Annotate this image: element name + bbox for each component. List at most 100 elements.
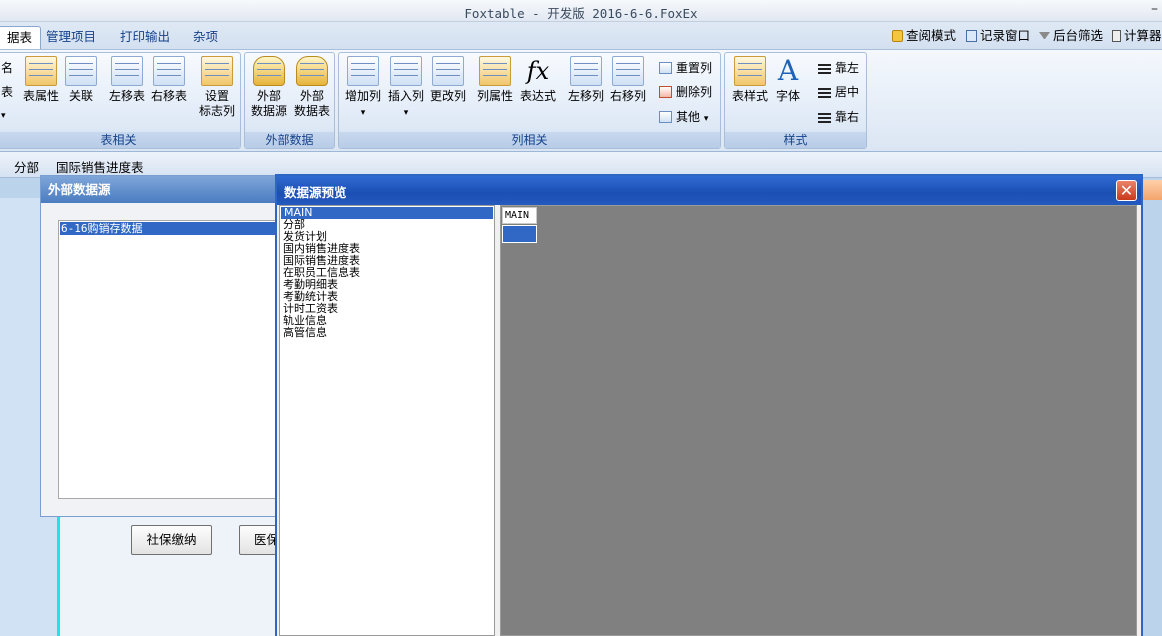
move-column-left-label: 左移列 bbox=[567, 89, 604, 103]
move-table-right-label: 右移表 bbox=[150, 89, 187, 103]
doc-tab-intl-sales[interactable]: 国际销售进度表 bbox=[56, 157, 144, 176]
align-left-button[interactable]: 靠左 bbox=[818, 59, 859, 77]
chevron-down-icon: ▾ bbox=[703, 114, 709, 124]
move-column-right-button[interactable]: 右移列 bbox=[607, 56, 649, 104]
tab-manage-project[interactable]: 管理项目 bbox=[38, 26, 104, 49]
set-flag-label-1: 设置 bbox=[204, 89, 229, 103]
flag-column-icon bbox=[201, 56, 233, 86]
grid-icon bbox=[659, 111, 672, 123]
external-data-group: 外部 数据源 外部 数据表 外部数据 bbox=[244, 52, 335, 149]
move-left-icon bbox=[570, 56, 602, 86]
calculator-button[interactable]: 计算器 bbox=[1112, 27, 1162, 45]
move-table-left-label: 左移表 bbox=[108, 89, 145, 103]
chevron-down-icon: ▾ bbox=[360, 108, 366, 118]
align-right-label: 靠右 bbox=[835, 110, 860, 124]
insert-column-label: 插入列 bbox=[387, 89, 424, 103]
chevron-down-icon: ▾ bbox=[403, 108, 409, 118]
font-button[interactable]: A 字体 bbox=[771, 56, 805, 104]
lock-icon bbox=[892, 30, 903, 42]
change-column-label: 更改列 bbox=[429, 89, 466, 103]
social-insurance-button[interactable]: 社保缴纳 bbox=[131, 525, 212, 555]
add-column-button[interactable]: 增加列 ▾ bbox=[343, 56, 383, 121]
column-properties-button[interactable]: 列属性 bbox=[474, 56, 516, 104]
table-list-item[interactable]: 高管信息 bbox=[280, 327, 494, 339]
table-list[interactable]: MAIN 分部 发货计划 国内销售进度表 国际销售进度表 在职员工信息表 考勤明细表 考勤统计… bbox=[279, 205, 495, 636]
reset-icon bbox=[659, 62, 672, 74]
minimize-button[interactable]: – bbox=[1151, 1, 1158, 17]
align-right-button[interactable]: 靠右 bbox=[818, 108, 859, 126]
table-properties-button[interactable]: 表属性 bbox=[21, 56, 61, 104]
external-datasource-label-1: 外部 bbox=[256, 89, 281, 103]
partial-item-table[interactable]: 表 bbox=[1, 83, 13, 101]
partial-item-name[interactable]: 名 bbox=[1, 59, 13, 77]
other-dropdown-button[interactable]: 其他 ▾ bbox=[659, 108, 708, 126]
external-datasource-button[interactable]: 外部 数据源 bbox=[248, 56, 290, 119]
move-right-icon bbox=[612, 56, 644, 86]
table-list-item[interactable]: MAIN bbox=[281, 207, 493, 219]
table-group: 名 表 ▾ 表属性 关联 左移表 右移表 设置 标志列 表相关 bbox=[0, 52, 241, 149]
expression-label: 表达式 bbox=[519, 89, 556, 103]
tab-print-output[interactable]: 打印输出 bbox=[112, 26, 178, 49]
record-window-label: 记录窗口 bbox=[980, 28, 1031, 43]
doc-tab-branch[interactable]: 分部 bbox=[14, 157, 39, 176]
edit-column-icon bbox=[432, 56, 464, 86]
filter-icon bbox=[1039, 32, 1050, 42]
reset-column-label: 重置列 bbox=[676, 61, 713, 75]
background-window-edge bbox=[1141, 180, 1162, 200]
datatable-icon bbox=[296, 56, 328, 86]
grid-selected-cell[interactable] bbox=[502, 225, 537, 243]
preview-grid[interactable]: MAIN bbox=[500, 205, 1137, 636]
align-center-icon bbox=[818, 88, 831, 98]
font-icon: A bbox=[777, 54, 799, 87]
table-style-button[interactable]: 表样式 bbox=[728, 56, 772, 104]
add-column-label: 增加列 bbox=[344, 89, 381, 103]
record-window-button[interactable]: 记录窗口 bbox=[966, 27, 1030, 45]
move-table-left-button[interactable]: 左移表 bbox=[107, 56, 147, 104]
ribbon-tab-bar: 据表 管理项目 打印输出 杂项 查阅模式 记录窗口 后台筛选 计算器 bbox=[0, 22, 1162, 49]
datasource-list-item[interactable]: 6-16购销存数据 bbox=[60, 222, 286, 235]
table-style-label: 表样式 bbox=[731, 89, 768, 103]
set-flag-label-2: 标志列 bbox=[198, 104, 235, 118]
preview-dialog-title: 数据源预览 bbox=[284, 185, 347, 200]
relation-icon bbox=[65, 56, 97, 86]
align-center-label: 居中 bbox=[835, 85, 860, 99]
fx-icon: fx bbox=[526, 57, 550, 85]
view-mode-button[interactable]: 查阅模式 bbox=[892, 27, 956, 45]
tab-data-table[interactable]: 据表 bbox=[0, 26, 42, 49]
datasource-list[interactable]: 6-16购销存数据 bbox=[58, 220, 288, 499]
background-filter-button[interactable]: 后台筛选 bbox=[1039, 27, 1103, 45]
insert-column-icon bbox=[390, 56, 422, 86]
change-column-button[interactable]: 更改列 bbox=[428, 56, 468, 104]
move-left-icon bbox=[111, 56, 143, 86]
chevron-down-icon: ▾ bbox=[1, 111, 6, 121]
delete-icon bbox=[659, 86, 672, 98]
reset-column-button[interactable]: 重置列 bbox=[659, 59, 712, 77]
table-properties-label: 表属性 bbox=[22, 89, 59, 103]
relation-button[interactable]: 关联 bbox=[63, 56, 99, 104]
datasource-preview-dialog: 数据源预览 ✕ MAIN 分部 发货计划 国内销售进度表 国际销售进度表 在职员工信息表考… bbox=[275, 174, 1143, 636]
insert-column-button[interactable]: 插入列 ▾ bbox=[386, 56, 426, 121]
move-column-right-label: 右移列 bbox=[609, 89, 646, 103]
move-table-right-button[interactable]: 右移表 bbox=[149, 56, 189, 104]
style-group-label: 样式 bbox=[725, 132, 866, 148]
delete-column-label: 删除列 bbox=[676, 85, 713, 99]
database-icon bbox=[253, 56, 285, 86]
table-group-label: 表相关 bbox=[0, 132, 240, 148]
set-flag-column-button[interactable]: 设置 标志列 bbox=[197, 56, 237, 119]
delete-column-button[interactable]: 删除列 bbox=[659, 83, 712, 101]
external-datatable-label-2: 数据表 bbox=[293, 104, 330, 118]
external-datatable-button[interactable]: 外部 数据表 bbox=[291, 56, 333, 119]
table-properties-icon bbox=[25, 56, 57, 86]
close-icon: ✕ bbox=[1119, 181, 1134, 200]
move-column-left-button[interactable]: 左移列 bbox=[565, 56, 607, 104]
calculator-label: 计算器 bbox=[1124, 28, 1162, 43]
tab-misc[interactable]: 杂项 bbox=[185, 26, 226, 49]
font-label: 字体 bbox=[775, 89, 800, 103]
expression-button[interactable]: fx 表达式 bbox=[517, 56, 559, 104]
close-button[interactable]: ✕ bbox=[1116, 180, 1137, 201]
window-title: Foxtable - 开发版 2016-6-6.FoxEx bbox=[464, 6, 698, 21]
add-column-icon bbox=[347, 56, 379, 86]
align-center-button[interactable]: 居中 bbox=[818, 83, 859, 101]
table-style-icon bbox=[734, 56, 766, 86]
grid-column-header[interactable]: MAIN bbox=[502, 207, 537, 224]
